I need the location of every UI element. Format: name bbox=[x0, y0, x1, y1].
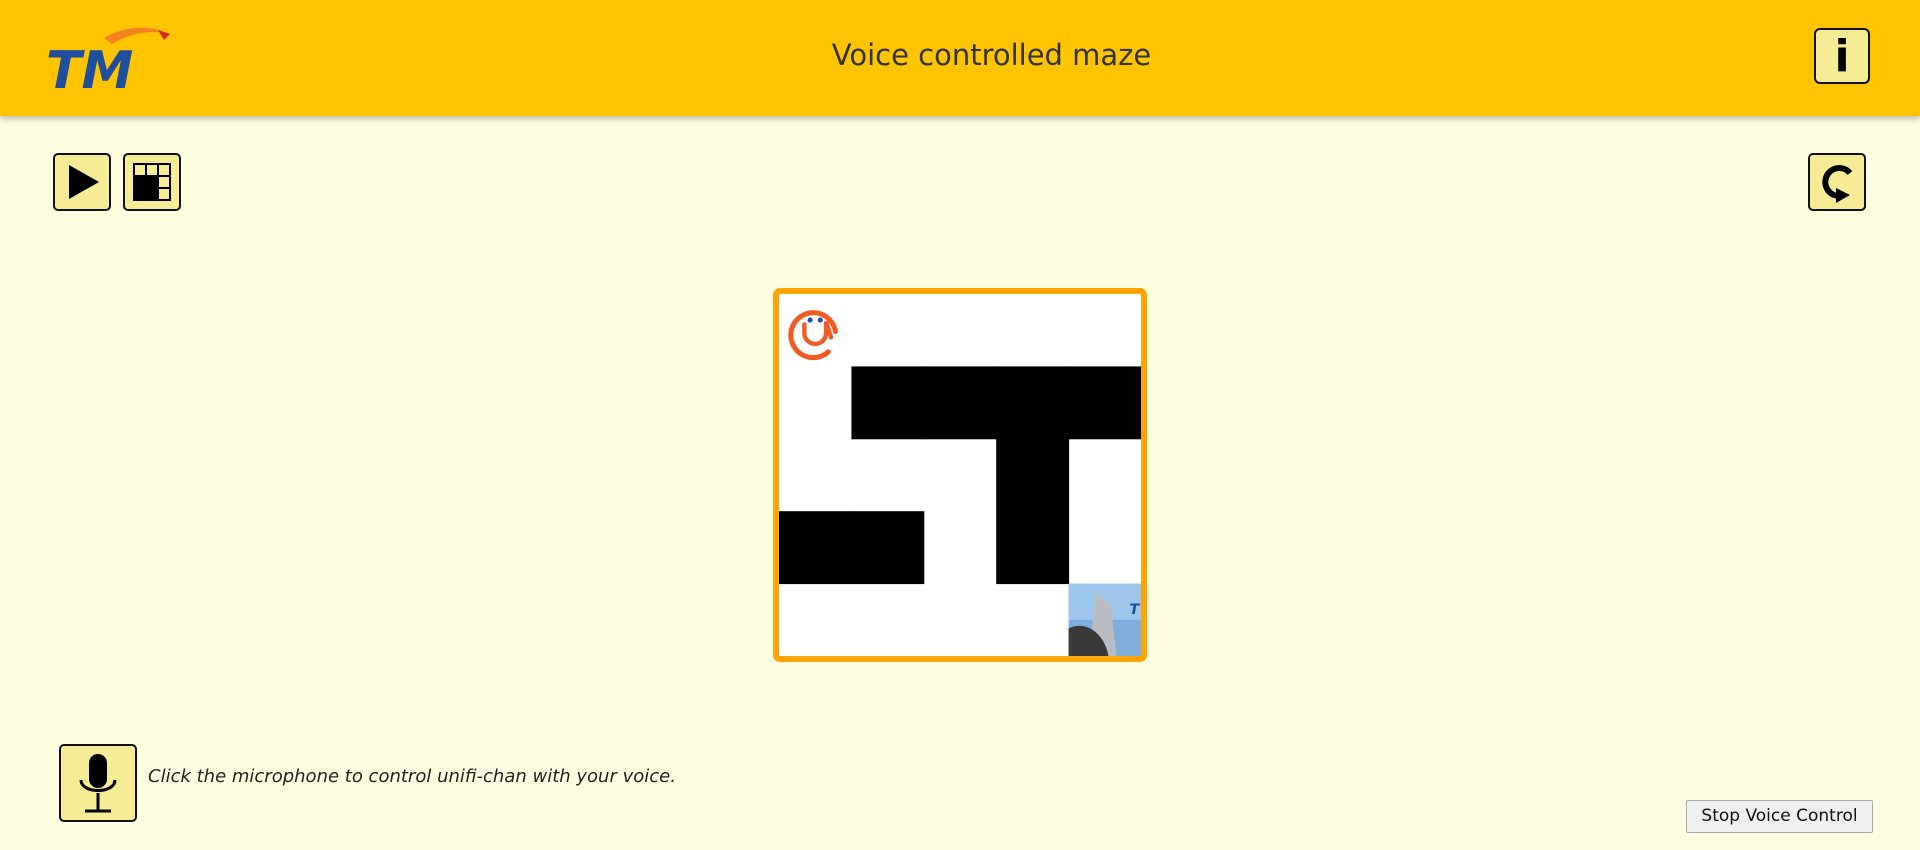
maze-wall bbox=[996, 511, 1070, 585]
svg-text:T: T bbox=[1129, 602, 1140, 618]
restart-button[interactable] bbox=[1808, 153, 1866, 211]
maze-wall bbox=[923, 366, 997, 440]
maze-wall bbox=[851, 511, 925, 585]
unifi-chan-avatar bbox=[781, 296, 849, 364]
grid-size-button[interactable] bbox=[123, 153, 181, 211]
play-button[interactable] bbox=[53, 153, 111, 211]
grid-size-icon bbox=[133, 163, 171, 201]
stop-voice-control-button[interactable]: Stop Voice Control bbox=[1686, 800, 1873, 833]
maze-wall bbox=[996, 366, 1070, 440]
maze-wall bbox=[851, 366, 925, 440]
page-title: Voice controlled maze bbox=[831, 38, 1152, 72]
maze-wall bbox=[1068, 366, 1141, 440]
maze-wall bbox=[996, 438, 1070, 512]
info-button[interactable]: i bbox=[1814, 28, 1870, 84]
microphone-icon bbox=[79, 754, 117, 813]
microphone-button[interactable] bbox=[59, 744, 137, 822]
maze-grid: T bbox=[779, 296, 1141, 656]
restart-icon bbox=[1822, 165, 1853, 203]
maze-board: T bbox=[773, 288, 1147, 662]
play-icon bbox=[69, 165, 99, 199]
voice-hint-text: Click the microphone to control unifi-ch… bbox=[148, 766, 676, 787]
maze-wall bbox=[779, 511, 852, 585]
tm-tower-goal-image: T bbox=[1068, 583, 1141, 656]
header-bar: TM Voice controlled maze i bbox=[0, 0, 1920, 116]
